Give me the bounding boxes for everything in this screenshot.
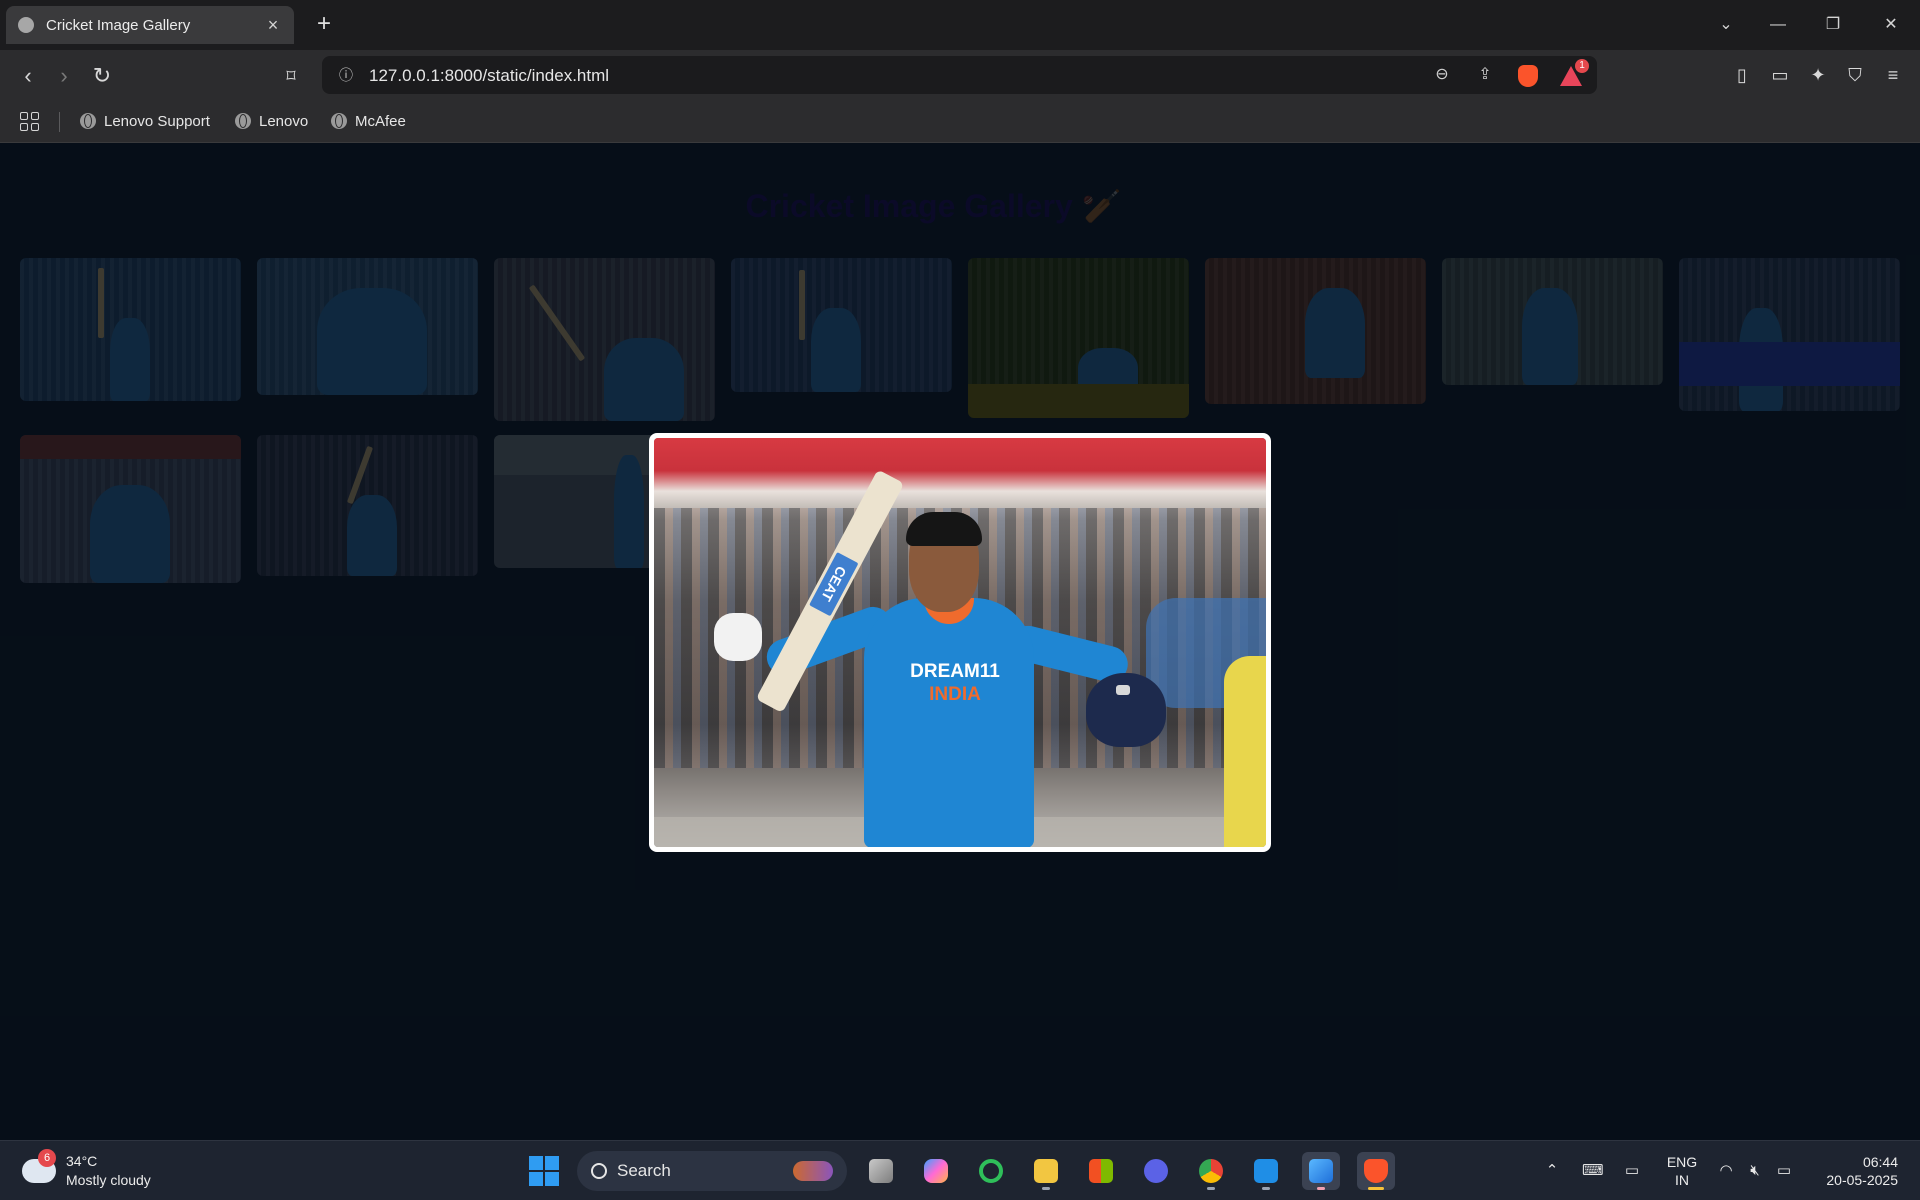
file-explorer-icon[interactable] [1027, 1152, 1065, 1190]
helmet [1086, 673, 1166, 747]
search-icon [591, 1163, 607, 1179]
bookmark-label: McAfee [355, 112, 406, 130]
bookmarks-bar: Lenovo Support Lenovo McAfee [0, 100, 1920, 143]
weather-condition: Mostly cloudy [66, 1172, 151, 1188]
reload-button[interactable]: ↻ [88, 62, 116, 90]
cloud-icon: 6 [22, 1149, 56, 1183]
bookmark-label: Lenovo Support [104, 112, 210, 130]
jersey-team: INDIA [929, 684, 981, 705]
forward-button[interactable]: › [50, 62, 78, 90]
close-window-button[interactable]: ✕ [1878, 12, 1904, 38]
chrome-icon[interactable] [1192, 1152, 1230, 1190]
tab-search-chevron-icon[interactable]: ⌄ [1713, 12, 1739, 38]
lightbox-image: DREAM11 INDIA CEAT [654, 438, 1266, 847]
clock-date: 20-05-2025 [1826, 1172, 1898, 1188]
bookmark-icon[interactable]: ⌑ [277, 62, 305, 90]
language-indicator[interactable]: ENG IN [1665, 1153, 1699, 1189]
brave-shields-icon[interactable] [1518, 65, 1538, 87]
volume-muted-icon[interactable]: 🔇︎ [1745, 1161, 1765, 1181]
search-highlight-icon [793, 1161, 833, 1181]
copilot-icon[interactable] [917, 1152, 955, 1190]
bookmark-lenovo-support[interactable]: Lenovo Support [80, 110, 210, 132]
tab-strip: Cricket Image Gallery × + ⌄ — ❐ ✕ [0, 0, 1920, 50]
photos-icon[interactable] [1302, 1152, 1340, 1190]
task-view-icon[interactable] [862, 1152, 900, 1190]
browser-tab[interactable]: Cricket Image Gallery × [6, 6, 294, 44]
arc-app-icon[interactable] [1137, 1152, 1175, 1190]
start-button[interactable] [529, 1156, 559, 1186]
weather-widget[interactable]: 6 34°C Mostly cloudy [22, 1149, 151, 1191]
apps-grid-icon[interactable] [20, 110, 39, 132]
jersey-sponsor: DREAM11 [910, 661, 1000, 682]
lightbox-modal[interactable]: DREAM11 INDIA CEAT [649, 433, 1271, 852]
language-region: IN [1675, 1172, 1689, 1188]
new-tab-button[interactable]: + [312, 12, 336, 36]
globe-icon [331, 113, 347, 129]
keyboard-icon[interactable]: ⌨ [1582, 1161, 1604, 1181]
globe-icon [18, 17, 34, 33]
url-text: 127.0.0.1:8000/static/index.html [369, 66, 610, 85]
ring-app-icon[interactable] [972, 1152, 1010, 1190]
bookmark-lenovo[interactable]: Lenovo [235, 110, 308, 132]
system-clock[interactable]: 06:44 20-05-2025 [1812, 1153, 1898, 1189]
share-icon[interactable]: ⇪ [1474, 64, 1496, 86]
site-info-icon[interactable]: ⓘ [335, 64, 357, 86]
minimize-button[interactable]: — [1765, 12, 1791, 38]
globe-icon [235, 113, 251, 129]
wifi-icon[interactable]: ◠ [1716, 1161, 1736, 1181]
zoom-icon[interactable]: ⊖ [1431, 64, 1453, 86]
show-hidden-icons-chevron-icon[interactable]: ⌃ [1542, 1161, 1562, 1181]
bookmarks-divider [59, 112, 60, 132]
touchpad-icon[interactable]: ▭ [1622, 1161, 1642, 1181]
menu-icon[interactable]: ≡ [1881, 63, 1905, 87]
vscode-icon[interactable] [1247, 1152, 1285, 1190]
language-code: ENG [1666, 1154, 1698, 1170]
taskbar-search[interactable]: Search [577, 1151, 847, 1191]
bookmark-label: Lenovo [259, 112, 309, 130]
vpn-shield-icon[interactable]: ⛉ [1843, 63, 1867, 87]
rewards-badge: 1 [1575, 59, 1589, 73]
weather-temp: 34°C [66, 1153, 98, 1169]
globe-icon [80, 113, 96, 129]
clock-time: 06:44 [1862, 1154, 1898, 1170]
brave-icon[interactable] [1357, 1152, 1395, 1190]
bookmark-mcafee[interactable]: McAfee [331, 110, 406, 132]
leo-ai-icon[interactable]: ✦ [1806, 63, 1830, 87]
windows-taskbar: 6 34°C Mostly cloudy Search ⌃ ⌨ ▭ ENG IN… [0, 1140, 1920, 1200]
address-bar[interactable]: ⓘ 127.0.0.1:8000/static/index.html ⊖ ⇪ 1 [322, 56, 1597, 94]
wallet-icon[interactable]: ▭ [1768, 63, 1792, 87]
tab-title: Cricket Image Gallery [46, 16, 191, 34]
microsoft-store-icon[interactable] [1082, 1152, 1120, 1190]
sidebar-toggle-icon[interactable]: ▯ [1730, 63, 1754, 87]
restore-button[interactable]: ❐ [1820, 12, 1846, 38]
close-tab-icon[interactable]: × [264, 16, 282, 34]
search-label: Search [617, 1161, 671, 1180]
jersey-text: DREAM11 INDIA [900, 660, 1010, 706]
weather-badge: 6 [38, 1149, 56, 1167]
batting-glove [714, 613, 762, 661]
back-button[interactable]: ‹ [14, 62, 42, 90]
battery-icon[interactable]: ▭ [1774, 1161, 1794, 1181]
